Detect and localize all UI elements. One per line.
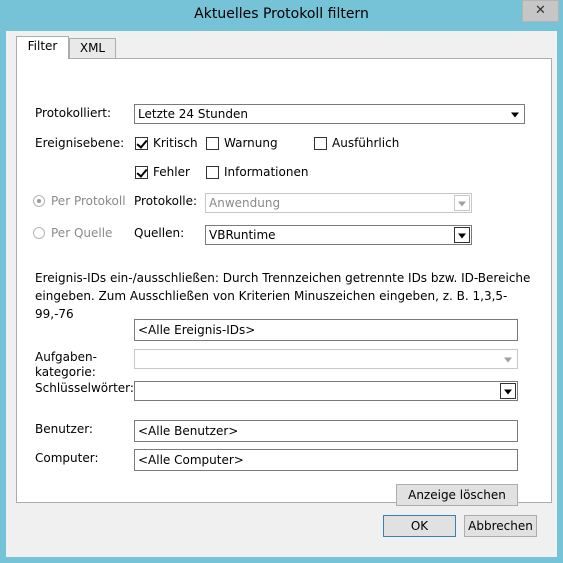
tab-xml-label: XML — [79, 41, 106, 55]
logs-value: Anwendung — [209, 196, 281, 210]
by-log-label: Per Protokoll — [51, 194, 126, 208]
ok-button[interactable]: OK — [383, 515, 456, 537]
user-label: Benutzer: — [35, 422, 93, 436]
by-source-radio[interactable] — [33, 227, 45, 239]
task-category-dropdown[interactable] — [134, 349, 518, 369]
by-source-label: Per Quelle — [51, 226, 113, 240]
dialog-window: Aktuelles Protokoll filtern ✕ Filter XML… — [0, 0, 563, 563]
information-label: Informationen — [224, 165, 309, 179]
radio-dot-icon — [37, 199, 41, 203]
sources-label: Quellen: — [134, 226, 185, 240]
computer-label: Computer: — [35, 451, 99, 465]
task-category-label-1: Aufgaben- — [35, 350, 97, 364]
computer-input[interactable]: <Alle Computer> — [134, 449, 518, 471]
cancel-button-label: Abbrechen — [468, 519, 533, 533]
sources-dropdown[interactable]: VBRuntime — [205, 225, 472, 245]
cancel-button[interactable]: Abbrechen — [464, 515, 537, 537]
computer-value: <Alle Computer> — [138, 453, 244, 467]
sources-value: VBRuntime — [209, 228, 276, 242]
logs-label: Protokolle: — [134, 194, 198, 208]
logged-label: Protokolliert: — [35, 106, 112, 120]
critical-checkbox[interactable] — [135, 137, 148, 150]
event-ids-input[interactable]: <Alle Ereignis-IDs> — [134, 319, 518, 341]
checkmark-icon — [136, 137, 148, 149]
checkmark-icon — [136, 166, 148, 178]
task-category-label-2: kategorie: — [35, 365, 96, 379]
clear-button-label: Anzeige löschen — [408, 488, 506, 502]
level-label: Ereignisebene: — [35, 136, 125, 150]
title-bar: Aktuelles Protokoll filtern ✕ — [0, 0, 563, 31]
chevron-down-icon — [454, 227, 470, 243]
event-ids-description: Ereignis-IDs ein-/ausschließen: Durch Tr… — [35, 271, 531, 321]
verbose-checkbox[interactable] — [314, 137, 327, 150]
tab-xml[interactable]: XML — [69, 38, 116, 58]
clear-button[interactable]: Anzeige löschen — [396, 484, 518, 506]
verbose-label: Ausführlich — [332, 136, 400, 150]
ok-button-label: OK — [410, 519, 429, 533]
keywords-label: Schlüsselwörter: — [35, 381, 134, 395]
tab-filter-label: Filter — [27, 39, 58, 53]
logged-dropdown[interactable]: Letzte 24 Stunden — [134, 104, 525, 124]
dialog-client: Filter XML Protokolliert: Letzte 24 Stun… — [6, 31, 557, 557]
information-checkbox[interactable] — [206, 166, 219, 179]
window-title: Aktuelles Protokoll filtern — [194, 6, 369, 22]
tab-filter[interactable]: Filter — [16, 36, 69, 59]
chevron-down-icon — [500, 351, 516, 367]
filter-panel: Protokolliert: Letzte 24 Stunden Ereigni… — [16, 58, 552, 506]
by-log-radio[interactable] — [33, 195, 45, 207]
critical-label: Kritisch — [153, 136, 198, 150]
close-button[interactable]: ✕ — [522, 0, 559, 22]
user-value: <Alle Benutzer> — [138, 424, 239, 438]
close-icon: ✕ — [535, 3, 546, 18]
warning-label: Warnung — [224, 136, 278, 150]
error-label: Fehler — [153, 165, 190, 179]
error-checkbox[interactable] — [135, 166, 148, 179]
warning-checkbox[interactable] — [206, 137, 219, 150]
chevron-down-icon — [500, 383, 516, 399]
chevron-down-icon — [507, 106, 523, 122]
event-ids-value: <Alle Ereignis-IDs> — [138, 323, 256, 337]
keywords-dropdown[interactable] — [134, 381, 518, 401]
user-input[interactable]: <Alle Benutzer> — [134, 420, 518, 442]
chevron-down-icon — [454, 195, 470, 211]
logged-value: Letzte 24 Stunden — [138, 107, 248, 121]
logs-dropdown[interactable]: Anwendung — [205, 193, 472, 213]
